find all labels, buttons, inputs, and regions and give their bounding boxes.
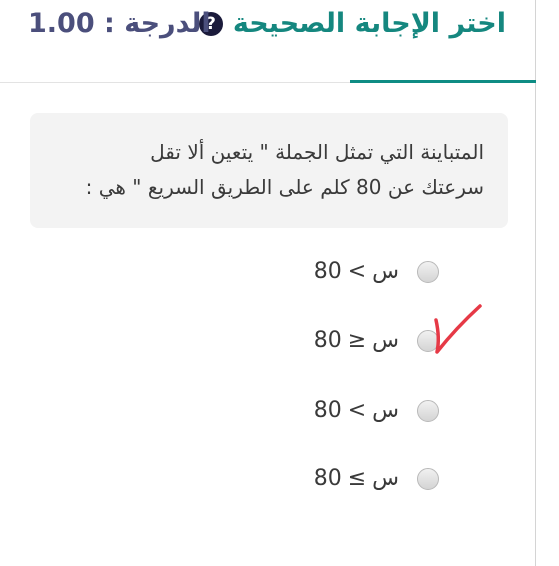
option-variable: س	[372, 466, 399, 491]
radio-button[interactable]	[417, 467, 439, 490]
option-symbol: ≥	[347, 328, 367, 353]
header-accent-line	[350, 80, 536, 83]
option-number: 80	[313, 398, 342, 423]
option-number: 80	[313, 328, 342, 353]
instruction-text: اختر الإجابة الصحيحة	[232, 8, 506, 39]
red-checkmark-icon	[434, 304, 482, 354]
question-card: اختر الإجابة الصحيحة ? الدرجة : 1.00 الم…	[0, 0, 536, 566]
option-variable: س	[372, 328, 399, 353]
radio-button[interactable]	[417, 399, 439, 422]
option-number: 80	[313, 259, 342, 284]
answer-option-1[interactable]: 80 < س	[314, 259, 439, 284]
question-line-2: سرعتك عن 80 كلم على الطريق السريع " هي :	[85, 175, 484, 199]
option-symbol: <	[347, 259, 367, 284]
option-variable: س	[372, 259, 399, 284]
option-label: 80 ≤ س	[314, 466, 407, 491]
question-text-box: المتباينة التي تمثل الجملة " يتعين ألا ت…	[30, 113, 508, 228]
option-label: 80 ≥ س	[314, 328, 407, 353]
answer-option-4[interactable]: 80 ≤ س	[314, 466, 439, 491]
question-instruction: اختر الإجابة الصحيحة ?	[198, 8, 506, 39]
question-line-1: المتباينة التي تمثل الجملة " يتعين ألا ت…	[150, 140, 484, 164]
option-symbol: <	[347, 398, 367, 423]
option-label: 80 < س	[314, 398, 407, 423]
option-number: 80	[313, 466, 342, 491]
answer-option-3[interactable]: 80 < س	[314, 398, 439, 423]
radio-button[interactable]	[417, 260, 439, 283]
option-symbol: ≤	[347, 466, 367, 491]
grade-label: الدرجة : 1.00	[28, 8, 211, 39]
question-header: اختر الإجابة الصحيحة ? الدرجة : 1.00	[0, 0, 536, 83]
option-label: 80 < س	[314, 259, 407, 284]
option-variable: س	[372, 398, 399, 423]
